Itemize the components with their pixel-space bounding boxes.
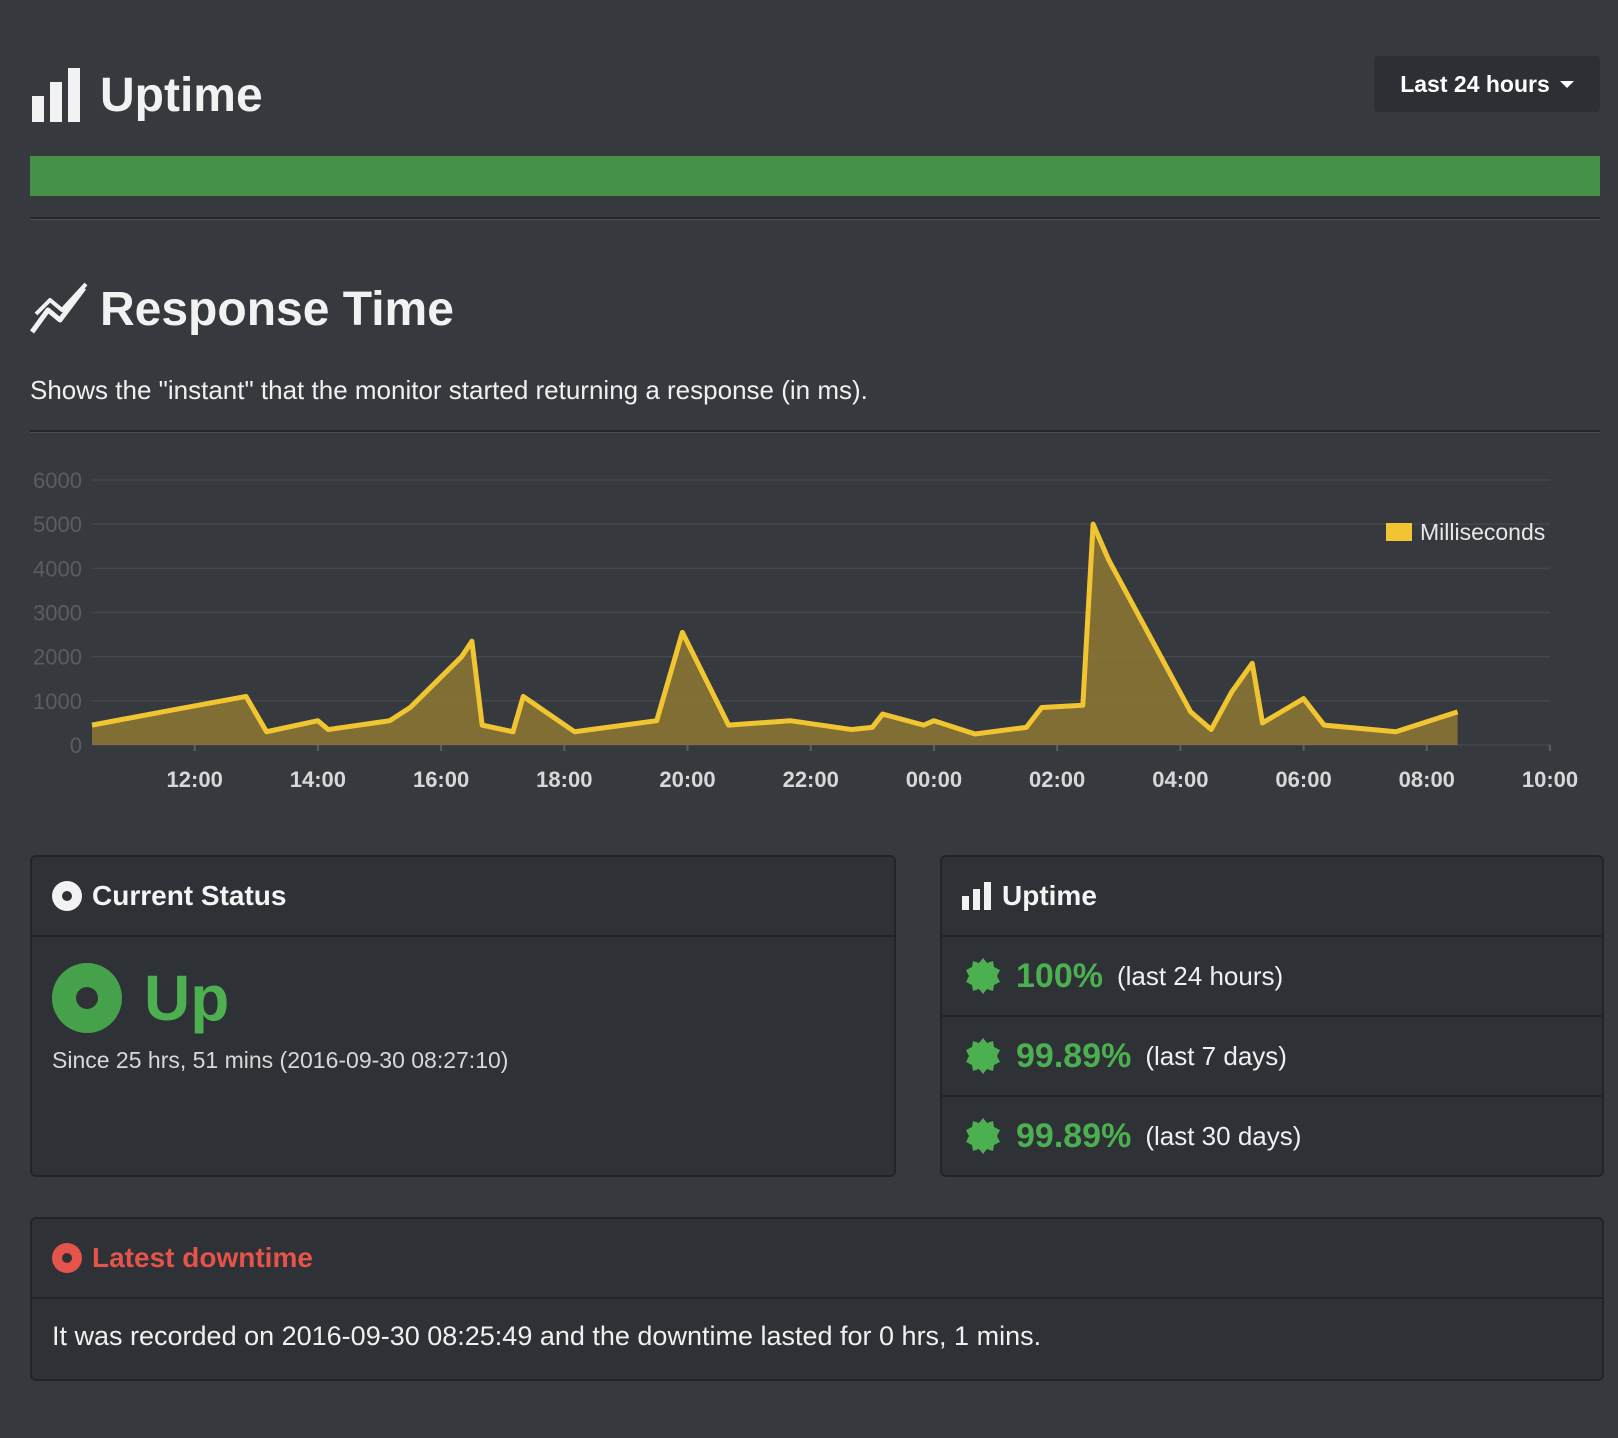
x-tick-label: 18:00 [536,767,592,792]
bar-chart-icon [962,882,991,910]
y-tick-label: 4000 [33,556,82,581]
chart-legend: Milliseconds [1386,519,1545,545]
x-tick-label: 14:00 [290,767,346,792]
y-tick-label: 2000 [33,645,82,670]
status-indicator: Up [52,961,229,1035]
certificate-icon [966,1038,1000,1074]
y-tick-label: 1000 [33,689,82,714]
response-time-chart: 0 1000 2000 3000 4000 5000 6000 12:00 14:00 16:0… [33,470,1578,792]
uptime-row: 100% (last 24 hours) [942,937,1602,1017]
current-status-heading: Current Status [92,880,287,911]
dot-circle-icon [52,881,82,911]
response-time-description: Shows the "instant" that the monitor sta… [30,375,868,405]
current-status-panel: Current Status Up Since 25 hrs, 51 mins … [30,855,896,1177]
x-tick-label: 04:00 [1152,767,1208,792]
time-range-label: Last 24 hours [1400,70,1550,97]
line-chart-icon [30,282,88,334]
uptime-percent: 100% [1016,956,1103,995]
uptime-percent: 99.89% [1016,1116,1132,1155]
page-title: Uptime [100,69,263,122]
uptime-percent: 99.89% [1016,1036,1132,1075]
x-tick-label: 22:00 [783,767,839,792]
divider [30,217,1600,220]
x-tick-label: 08:00 [1399,767,1455,792]
legend-label: Milliseconds [1420,519,1545,545]
x-tick-label: 00:00 [906,767,962,792]
status-text: Up [144,962,230,1034]
latest-downtime-text: It was recorded on 2016-09-30 08:25:49 a… [52,1321,1042,1351]
certificate-icon [966,958,1000,994]
x-tick-label: 20:00 [659,767,715,792]
x-tick-label: 10:00 [1522,767,1578,792]
uptime-row: 99.89% (last 30 days) [942,1097,1602,1175]
certificate-icon [966,1118,1000,1154]
y-tick-label: 3000 [33,601,82,626]
series-area [92,524,1458,745]
status-since: Since 25 hrs, 51 mins (2016-09-30 08:27:… [52,1047,509,1073]
response-time-title: Response Time [100,283,454,336]
latest-downtime-panel: Latest downtime It was recorded on 2016-… [30,1217,1604,1381]
dot-circle-icon [52,1243,82,1273]
uptime-period: (last 30 days) [1145,1120,1302,1151]
y-tick-label: 5000 [33,512,82,537]
uptime-period: (last 24 hours) [1116,960,1284,991]
x-tick-label: 06:00 [1275,767,1331,792]
status-up-icon [52,963,122,1033]
uptime-period: (last 7 days) [1145,1040,1287,1071]
x-tick-label: 16:00 [413,767,469,792]
divider [30,430,1600,433]
current-status-header: Current Status [32,857,894,937]
uptime-row: 99.89% (last 7 days) [942,1017,1602,1097]
uptime-bar [30,156,1600,196]
latest-downtime-header: Latest downtime [32,1219,1602,1299]
time-range-dropdown[interactable]: Last 24 hours [1374,56,1600,112]
x-tick-label: 02:00 [1029,767,1085,792]
y-tick-label: 6000 [33,470,82,493]
uptime-panel: Uptime 100% (last 24 hours) 99.89% (last… [940,855,1604,1177]
uptime-panel-heading: Uptime [1002,880,1097,911]
header: Uptime Last 24 hours [30,56,1600,136]
x-tick-label: 12:00 [167,767,223,792]
legend-swatch [1386,523,1412,541]
latest-downtime-heading: Latest downtime [92,1242,313,1273]
uptime-panel-header: Uptime [942,857,1602,937]
caret-down-icon [1559,80,1574,88]
bar-chart-icon [32,68,80,122]
y-tick-label: 0 [70,733,82,758]
